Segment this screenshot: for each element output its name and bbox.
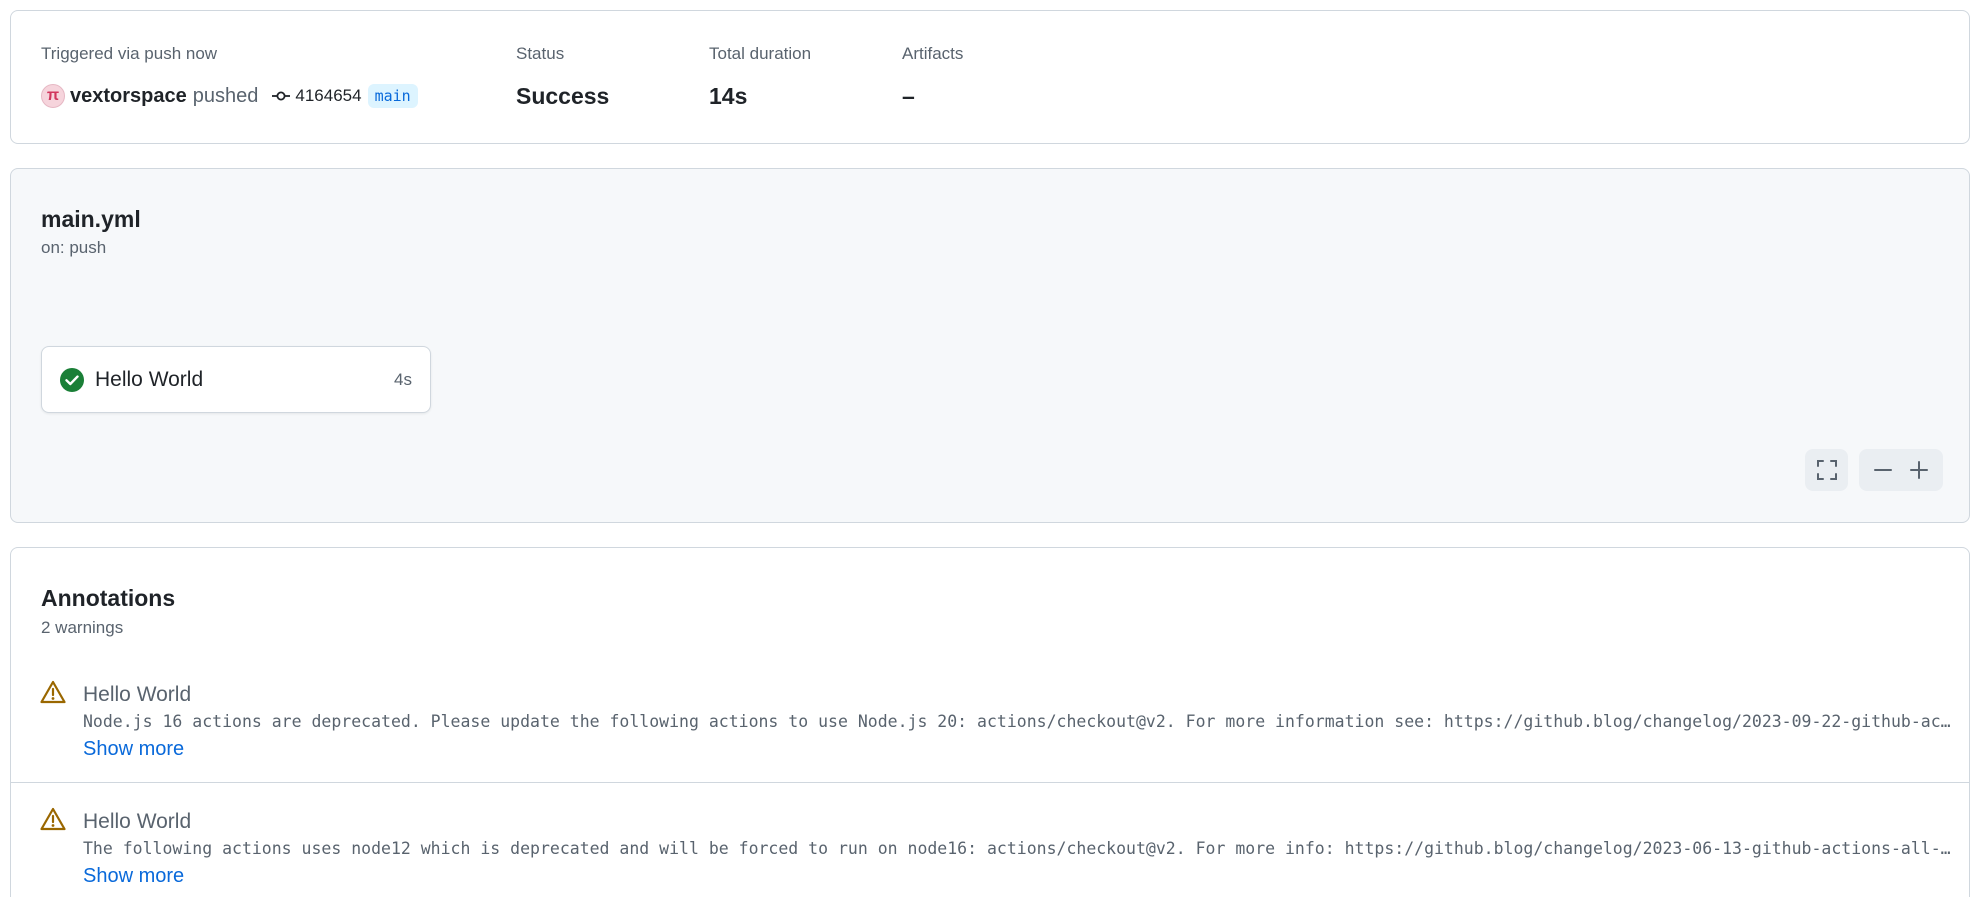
artifacts-label: Artifacts [902, 44, 964, 63]
workflow-graph-card: main.yml on: push Hello World 4s [10, 168, 1970, 523]
zoom-in-icon[interactable] [1909, 460, 1929, 480]
zoom-controls [1859, 449, 1943, 491]
annotations-count: 2 warnings [41, 618, 124, 637]
run-summary-card: Triggered via push now π vextorspace pus… [10, 10, 1970, 144]
show-more-button[interactable]: Show more [83, 738, 184, 761]
annotation-message: Node.js 16 actions are deprecated. Pleas… [83, 712, 1951, 731]
show-more-button[interactable]: Show more [83, 865, 184, 888]
fullscreen-button[interactable] [1805, 449, 1848, 491]
workflow-file-name[interactable]: main.yml [41, 206, 141, 233]
artifacts-value: – [902, 83, 915, 109]
job-name: Hello World [95, 367, 204, 391]
job-card-hello-world[interactable]: Hello World 4s [41, 346, 431, 413]
warning-icon [40, 680, 66, 704]
annotation-job-link[interactable]: Hello World [83, 810, 191, 834]
git-commit-icon [272, 90, 291, 102]
branch-badge[interactable]: main [367, 84, 418, 108]
username-link[interactable]: vextorspace [70, 85, 187, 108]
annotations-card: Annotations 2 warnings Hello World Node.… [10, 547, 1970, 897]
annotation-job-link[interactable]: Hello World [83, 683, 191, 707]
annotations-title: Annotations [41, 585, 176, 611]
status-value: Success [516, 83, 610, 109]
annotation-item: Hello World The following actions uses n… [11, 783, 1969, 897]
status-label: Status [516, 44, 565, 63]
annotation-message: The following actions uses node12 which … [83, 839, 1951, 858]
push-action-text: pushed [192, 84, 259, 107]
workflow-trigger: on: push [41, 238, 107, 257]
commit-sha-link[interactable]: 4164654 [295, 86, 361, 106]
fullscreen-icon [1816, 459, 1838, 481]
trigger-text: Triggered via push now [41, 44, 218, 63]
zoom-out-icon[interactable] [1873, 460, 1893, 480]
job-duration: 4s [394, 369, 412, 389]
annotation-item: Hello World Node.js 16 actions are depre… [11, 656, 1969, 783]
check-circle-icon [60, 367, 84, 392]
warning-icon [40, 807, 66, 831]
avatar[interactable]: π [41, 84, 65, 108]
trigger-row: π vextorspace pushed 4164654 main [41, 80, 418, 112]
duration-value: 14s [709, 83, 748, 109]
duration-label: Total duration [709, 44, 812, 63]
